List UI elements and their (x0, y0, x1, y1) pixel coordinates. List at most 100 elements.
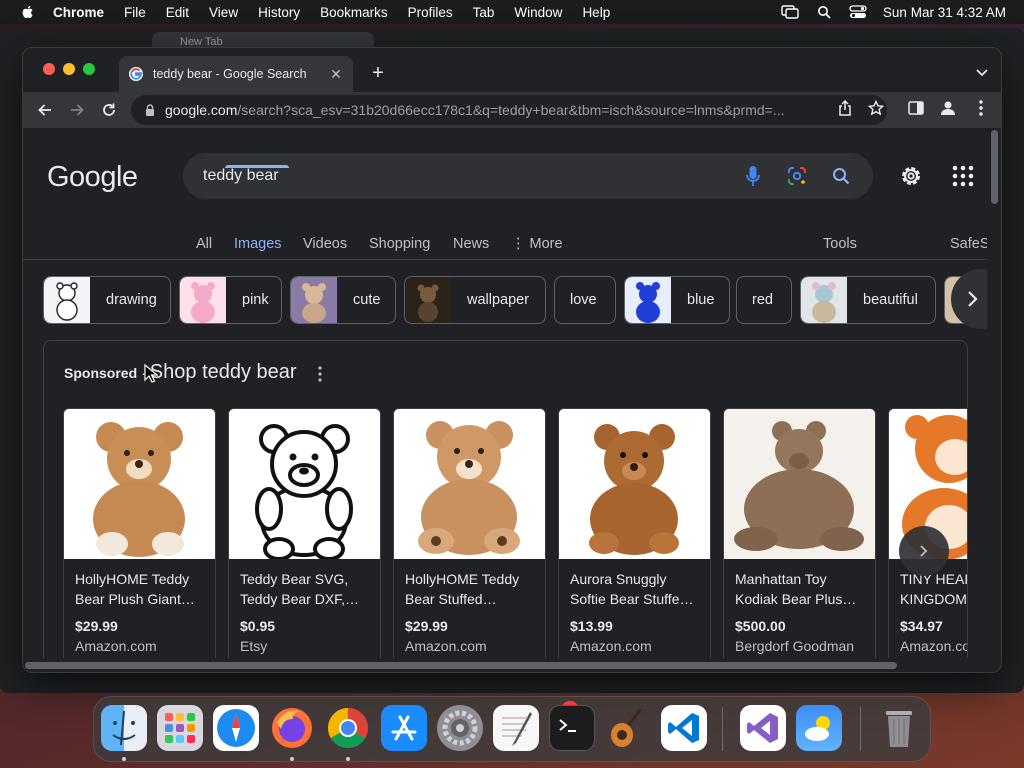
menu-window[interactable]: Window (514, 5, 562, 20)
dock-separator (722, 707, 723, 751)
tab-images[interactable]: Images (234, 236, 282, 252)
menu-history[interactable]: History (258, 5, 300, 20)
minimize-window-button[interactable] (63, 63, 75, 75)
close-window-button[interactable] (43, 63, 55, 75)
zoom-window-button[interactable] (83, 63, 95, 75)
kodiak-bear-photo (724, 409, 875, 559)
screen-mirroring-icon[interactable] (781, 5, 799, 19)
google-lens-icon[interactable] (785, 164, 809, 188)
vertical-scrollbar-thumb[interactable] (991, 130, 998, 204)
back-arrow-icon[interactable] (33, 98, 57, 122)
horizontal-scrollbar-thumb[interactable] (25, 662, 897, 669)
tab-news[interactable]: News (453, 236, 489, 252)
forward-arrow-icon[interactable] (65, 98, 89, 122)
settings-gear-icon[interactable] (899, 164, 923, 188)
profile-avatar-icon[interactable] (938, 98, 958, 118)
mouse-pointer-icon (144, 364, 158, 383)
tab-more-label: More (529, 236, 563, 252)
share-icon[interactable] (835, 98, 855, 118)
search-box[interactable]: teddy bear (183, 153, 873, 199)
control-center-icon[interactable] (849, 5, 867, 19)
product-card[interactable]: HollyHOME Teddy Bear Plush Giant… $29.99… (63, 408, 216, 672)
close-tab-icon[interactable]: ✕ (325, 63, 347, 85)
shopping-options-kebab-icon[interactable] (314, 364, 326, 384)
tools-button[interactable]: Tools (823, 236, 857, 252)
search-magnifier-icon[interactable] (829, 164, 853, 188)
chevron-right-icon (968, 291, 978, 307)
product-image (229, 409, 380, 559)
menu-view[interactable]: View (209, 5, 238, 20)
product-card[interactable]: Manhattan Toy Kodiak Bear Plus… $500.00 … (723, 408, 876, 672)
products-scroll-right-button[interactable] (899, 526, 949, 576)
tab-title: teddy bear - Google Search (153, 67, 307, 81)
chip-red[interactable]: red (736, 276, 792, 324)
menu-profiles[interactable]: Profiles (408, 5, 453, 20)
chip-label: cute (353, 292, 381, 308)
vscode-icon[interactable] (661, 705, 707, 751)
chip-pink[interactable]: pink (179, 276, 282, 324)
reload-icon[interactable] (97, 98, 121, 122)
tabs-divider (23, 259, 989, 260)
search-input[interactable]: teddy bear (203, 167, 741, 185)
site-info-icon[interactable] (143, 103, 157, 117)
product-card[interactable]: Teddy Bear SVG, Teddy Bear DXF,… $0.95 E… (228, 408, 381, 672)
chip-drawing[interactable]: drawing (43, 276, 171, 324)
product-name: Teddy Bear SVG, Teddy Bear DXF,… (240, 571, 360, 607)
product-card[interactable]: Aurora Snuggly Softie Bear Stuffe… $13.9… (558, 408, 711, 672)
new-tab-button[interactable]: + (367, 62, 389, 84)
visual-studio-icon[interactable] (740, 705, 786, 751)
product-seller: Amazon.com (405, 638, 487, 654)
horizontal-scrollbar[interactable] (23, 658, 1001, 672)
tab-videos[interactable]: Videos (303, 236, 347, 252)
menu-bar-clock[interactable]: Sun Mar 31 4:32 AM (883, 5, 1006, 20)
product-name: Manhattan Toy Kodiak Bear Plus… (735, 571, 857, 607)
firefox-icon[interactable] (269, 705, 315, 751)
bookmark-star-icon[interactable] (866, 98, 886, 118)
vertical-scrollbar[interactable] (987, 128, 1001, 660)
chrome-menu-kebab-icon[interactable] (971, 98, 991, 118)
menu-help[interactable]: Help (582, 5, 610, 20)
launchpad-icon[interactable] (157, 705, 203, 751)
address-bar[interactable]: google.com/search?sca_esv=31b20d66ecc178… (131, 95, 887, 125)
google-logo[interactable]: Google (47, 161, 138, 194)
active-tab[interactable]: teddy bear - Google Search ✕ (119, 56, 353, 92)
product-seller: Amazon.com (570, 638, 652, 654)
menu-bookmarks[interactable]: Bookmarks (320, 5, 388, 20)
app-store-icon[interactable] (381, 705, 427, 751)
chrome-icon[interactable] (325, 705, 371, 751)
google-apps-grid-icon[interactable] (951, 164, 975, 188)
chip-love[interactable]: love (554, 276, 616, 324)
tab-search-chevron-icon[interactable] (971, 62, 993, 84)
voice-search-mic-icon[interactable] (741, 164, 765, 188)
finder-icon[interactable] (101, 705, 147, 751)
product-image (64, 409, 215, 559)
more-kebab-icon: ⋮ (511, 236, 530, 252)
safesearch-button[interactable]: SafeS (950, 236, 989, 252)
chip-label: beautiful (863, 292, 918, 308)
spotlight-search-icon[interactable] (815, 5, 833, 19)
menu-tab[interactable]: Tab (473, 5, 495, 20)
safari-icon[interactable] (213, 705, 259, 751)
chip-blue[interactable]: blue (624, 276, 730, 324)
product-card[interactable]: HollyHOME Teddy Bear Stuffed… $29.99 Ama… (393, 408, 546, 672)
product-name: TINY HEAR KINGDOM (900, 571, 968, 607)
menu-app-name[interactable]: Chrome (53, 5, 104, 20)
weather-icon[interactable] (796, 705, 842, 751)
trash-icon[interactable] (876, 705, 922, 751)
chip-cute[interactable]: cute (290, 276, 396, 324)
side-panel-icon[interactable] (906, 98, 926, 118)
chip-beautiful[interactable]: beautiful (800, 276, 936, 324)
teddy-bear-photo (394, 409, 545, 559)
system-settings-icon[interactable] (437, 705, 483, 751)
chrome-running-indicator (346, 757, 350, 761)
menu-edit[interactable]: Edit (166, 5, 189, 20)
garageband-icon[interactable] (605, 705, 651, 751)
textedit-icon[interactable] (493, 705, 539, 751)
tab-all[interactable]: All (196, 236, 212, 252)
tab-more[interactable]: ⋮ More (511, 236, 563, 252)
tab-shopping[interactable]: Shopping (369, 236, 430, 252)
apple-logo-icon[interactable] (20, 4, 36, 20)
chip-wallpaper[interactable]: wallpaper (404, 276, 546, 324)
terminal-icon[interactable] (549, 705, 595, 751)
menu-file[interactable]: File (124, 5, 146, 20)
